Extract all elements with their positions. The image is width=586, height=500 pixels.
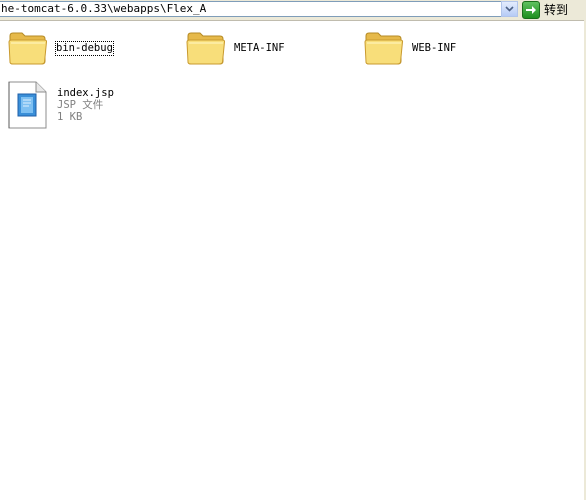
address-bar: he-tomcat-6.0.33\webapps\Flex_A 转到 <box>0 0 586 21</box>
folder-item-bin-debug[interactable]: bin-debug <box>8 28 118 70</box>
go-button[interactable]: 转到 <box>522 0 584 19</box>
chevron-down-icon <box>505 6 514 12</box>
address-dropdown-button[interactable] <box>501 1 518 17</box>
go-label: 转到 <box>544 3 569 17</box>
folder-item-meta-inf[interactable]: META-INF <box>186 28 296 70</box>
item-label: WEB-INF <box>412 42 457 54</box>
jsp-file-icon <box>8 81 47 129</box>
folder-icon <box>186 32 226 65</box>
file-size: 1 KB <box>57 111 83 123</box>
item-label: META-INF <box>234 42 285 54</box>
address-input[interactable]: he-tomcat-6.0.33\webapps\Flex_A <box>0 1 518 17</box>
go-arrow-icon <box>522 0 540 19</box>
file-item-index-jsp[interactable]: index.jsp JSP 文件 1 KB <box>6 80 126 130</box>
folder-item-web-inf[interactable]: WEB-INF <box>364 28 474 70</box>
item-label: bin-debug <box>55 41 114 56</box>
folder-icon <box>364 32 404 65</box>
folder-icon <box>8 32 48 65</box>
